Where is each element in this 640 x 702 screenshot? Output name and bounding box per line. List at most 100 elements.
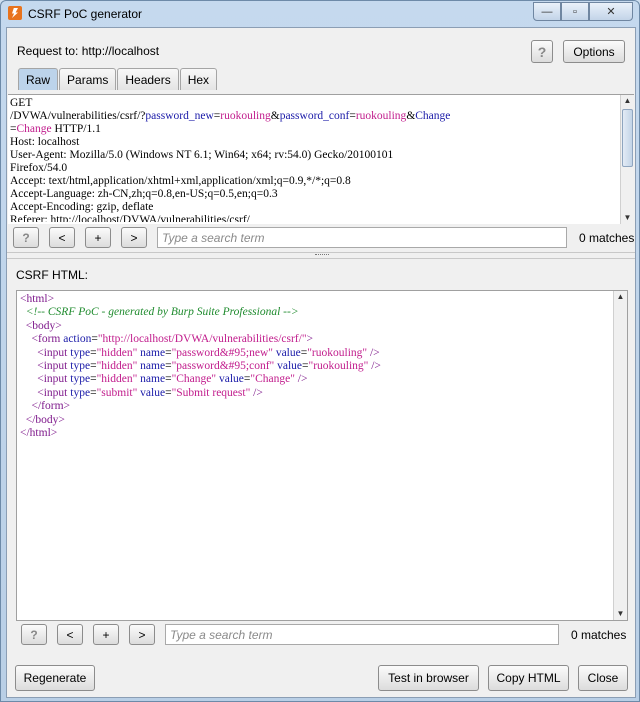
request-target-label: Request to: http://localhost (17, 44, 160, 58)
tab-headers[interactable]: Headers (117, 68, 179, 90)
param-name: Change (415, 110, 451, 122)
code-attr-value: "password&#95;new" (171, 346, 273, 359)
code-tag: </form> (31, 400, 71, 413)
csrf-html-label: CSRF HTML: (16, 268, 88, 282)
help-button[interactable]: ? (531, 40, 553, 63)
code-tag: <input (37, 386, 68, 399)
search-help-button[interactable]: ? (21, 624, 47, 645)
raw-request-text[interactable]: GET /DVWA/vulnerabilities/csrf/?password… (10, 97, 618, 222)
code-attr-value: "hidden" (96, 360, 138, 373)
html-scrollbar[interactable]: ▲ ▼ (613, 291, 627, 620)
request-line: GET (10, 97, 33, 109)
code-tag: > (306, 333, 314, 346)
code-tag: </body> (25, 413, 65, 426)
code-tag: /> (369, 346, 380, 359)
code-attr: type (70, 360, 91, 373)
ampersand: & (270, 110, 280, 122)
search-help-button[interactable]: ? (13, 227, 39, 248)
search-next-button[interactable]: > (129, 624, 155, 645)
request-path: /DVWA/vulnerabilities/csrf/? (10, 110, 146, 122)
maximize-button[interactable]: ▫ (561, 2, 589, 21)
regenerate-button[interactable]: Regenerate (15, 665, 95, 691)
window-controls: — ▫ ✕ (533, 2, 633, 21)
scroll-thumb[interactable] (622, 109, 633, 167)
code-tag: <input (37, 346, 68, 359)
scroll-up-arrow-icon[interactable]: ▲ (621, 95, 634, 107)
html-search-bar: ? < + > 0 matches (21, 624, 626, 645)
code-attr-value: "Submit request" (171, 386, 251, 399)
code-attr: type (70, 346, 91, 359)
tab-hex[interactable]: Hex (179, 68, 218, 90)
code-tag: /> (253, 386, 263, 399)
code-tag: /> (371, 360, 381, 373)
code-attr: action (63, 333, 92, 346)
window-title: CSRF PoC generator (28, 7, 143, 21)
ampersand: & (406, 110, 416, 122)
search-prev-button[interactable]: < (57, 624, 83, 645)
code-attr-value: "hidden" (96, 346, 138, 359)
tab-raw[interactable]: Raw (18, 68, 59, 90)
request-search-input[interactable] (157, 227, 567, 248)
code-attr: value (275, 346, 301, 359)
close-button[interactable]: Close (578, 665, 628, 691)
header-user-agent: User-Agent: Mozilla/5.0 (Windows NT 6.1;… (10, 149, 394, 161)
minimize-button[interactable]: — (533, 2, 561, 21)
csrf-html-code[interactable]: <html> <!-- CSRF PoC - generated by Burp… (20, 293, 610, 613)
code-attr: value (140, 386, 166, 399)
scroll-up-arrow-icon[interactable]: ▲ (614, 291, 627, 303)
code-comment: <!-- CSRF PoC - generated by Burp Suite … (25, 306, 299, 319)
code-attr: name (140, 373, 166, 386)
scroll-down-arrow-icon[interactable]: ▼ (614, 608, 627, 620)
code-attr-value: "ruokouling" (307, 346, 368, 359)
request-match-count: 0 matches (579, 230, 635, 245)
splitter-grip-icon[interactable] (315, 254, 329, 257)
code-attr-value: "ruokouling" (308, 360, 369, 373)
header-user-agent-cont: Firefox/54.0 (10, 162, 68, 174)
code-tag: /> (297, 373, 308, 386)
code-attr: value (218, 373, 244, 386)
request-editor[interactable]: GET /DVWA/vulnerabilities/csrf/?password… (8, 94, 634, 224)
pane-splitter[interactable] (7, 252, 635, 259)
code-attr: value (277, 360, 302, 373)
dialog-client-area: Request to: http://localhost ? Options R… (6, 27, 636, 698)
html-match-count: 0 matches (571, 627, 627, 642)
code-tag: <body> (25, 319, 62, 332)
header-referer: Referer: http://localhost/DVWA/vulnerabi… (10, 214, 250, 222)
request-scrollbar[interactable]: ▲ ▼ (620, 95, 634, 224)
close-window-button[interactable]: ✕ (589, 2, 633, 21)
request-search-bar: ? < + > 0 matches (13, 227, 634, 248)
header-accept-encoding: Accept-Encoding: gzip, deflate (10, 201, 154, 213)
code-attr: name (140, 360, 166, 373)
csrf-poc-window: CSRF PoC generator — ▫ ✕ Request to: htt… (0, 0, 640, 702)
param-name: password_conf (279, 110, 350, 122)
search-add-button[interactable]: + (85, 227, 111, 248)
code-attr-value: "hidden" (96, 373, 138, 386)
code-tag: <input (37, 373, 68, 386)
options-button[interactable]: Options (563, 40, 625, 63)
param-value: Change (16, 123, 52, 135)
search-add-button[interactable]: + (93, 624, 119, 645)
header-accept: Accept: text/html,application/xhtml+xml,… (10, 175, 351, 187)
code-attr-value: "Change" (250, 373, 295, 386)
code-tag: </html> (20, 427, 58, 440)
code-tag: <html> (20, 293, 55, 305)
code-attr-value: "Change" (171, 373, 217, 386)
html-search-input[interactable] (165, 624, 559, 645)
http-version: HTTP/1.1 (51, 123, 101, 135)
csrf-html-editor[interactable]: <html> <!-- CSRF PoC - generated by Burp… (16, 290, 628, 621)
code-tag: <form (31, 333, 61, 346)
code-attr: type (70, 386, 91, 399)
tab-params[interactable]: Params (59, 68, 117, 90)
header-accept-language: Accept-Language: zh-CN,zh;q=0.8,en-US;q=… (10, 188, 278, 200)
test-in-browser-button[interactable]: Test in browser (378, 665, 479, 691)
header-host: Host: localhost (10, 136, 80, 148)
scroll-down-arrow-icon[interactable]: ▼ (621, 212, 634, 224)
title-bar[interactable]: CSRF PoC generator — ▫ ✕ (1, 1, 639, 27)
code-attr-value: "http://localhost/DVWA/vulnerabilities/c… (97, 333, 307, 346)
burp-app-icon (8, 6, 22, 20)
search-prev-button[interactable]: < (49, 227, 75, 248)
search-next-button[interactable]: > (121, 227, 147, 248)
copy-html-button[interactable]: Copy HTML (488, 665, 569, 691)
param-name: password_new (145, 110, 214, 122)
request-view-tabs: Raw Params Headers Hex (18, 68, 218, 90)
